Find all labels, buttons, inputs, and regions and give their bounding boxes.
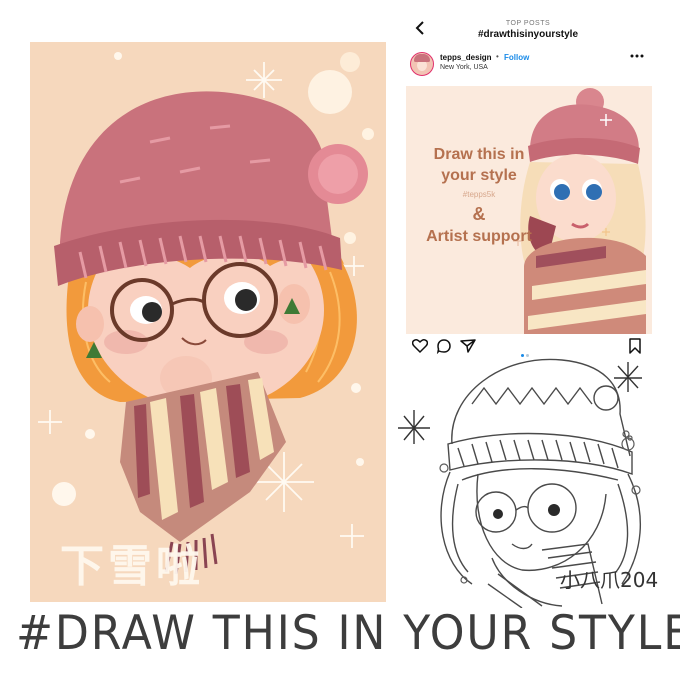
username[interactable]: tepps_design <box>440 53 492 62</box>
instagram-post: TOP POSTS #drawthisinyourstyle tepps_des… <box>402 14 654 357</box>
headline-text: #DRAW THIS IN YOUR STYLE <box>16 606 680 661</box>
colored-character-illustration <box>38 52 374 575</box>
image-headline-2: Artist support <box>426 228 532 245</box>
colored-artwork: 下雪啦 <box>30 42 386 602</box>
hashtag-title: #drawthisinyourstyle <box>477 29 579 40</box>
image-ampersand: & <box>472 204 486 224</box>
artist-signature: 下雪啦 <box>60 541 204 592</box>
post-header: tepps_design • Follow New York, USA <box>402 48 654 86</box>
separator-dot: • <box>496 52 499 61</box>
image-headline-1: Draw this in your style <box>433 146 525 184</box>
post-topbar: TOP POSTS #drawthisinyourstyle <box>402 14 654 44</box>
follow-button[interactable]: Follow <box>504 53 529 62</box>
post-image[interactable]: Draw this in your style #tepps5k & Artis… <box>406 86 652 334</box>
avatar[interactable] <box>410 52 434 76</box>
location-link[interactable]: New York, USA <box>440 64 488 71</box>
more-dots-icon[interactable] <box>630 50 644 65</box>
sketch-signature: 小八爪204 <box>560 568 659 592</box>
top-posts-label: TOP POSTS <box>505 20 551 27</box>
image-tag: #tepps5k <box>462 190 496 199</box>
